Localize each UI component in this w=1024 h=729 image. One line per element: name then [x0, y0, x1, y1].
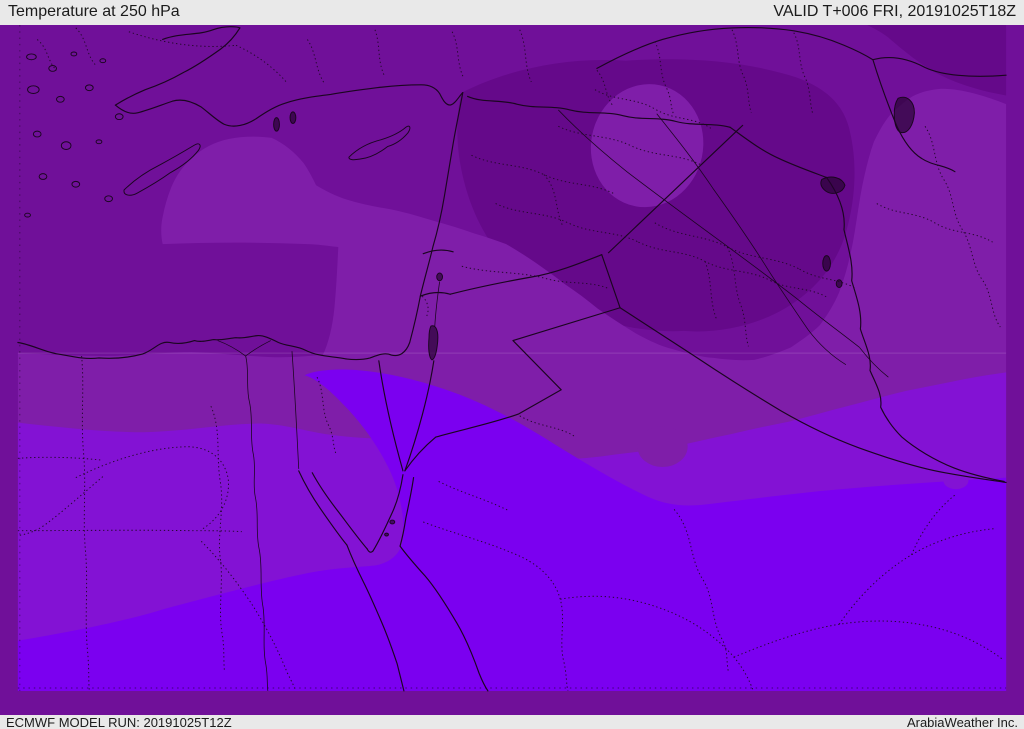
- valid-time-label: VALID T+006 FRI, 20191025T18Z: [773, 2, 1016, 20]
- weather-map: [0, 25, 1024, 715]
- header-bar: Temperature at 250 hPa VALID T+006 FRI, …: [0, 0, 1024, 25]
- map-canvas: [17, 25, 1007, 692]
- weather-product-screenshot: Temperature at 250 hPa VALID T+006 FRI, …: [0, 0, 1024, 729]
- footer-bar: ECMWF MODEL RUN: 20191025T12Z ArabiaWeat…: [0, 715, 1024, 729]
- map-title: Temperature at 250 hPa: [8, 2, 180, 20]
- temperature-bands: [17, 25, 1007, 691]
- attribution-label: ArabiaWeather Inc.: [906, 714, 1018, 729]
- model-run-label: ECMWF MODEL RUN: 20191025T12Z: [6, 714, 232, 729]
